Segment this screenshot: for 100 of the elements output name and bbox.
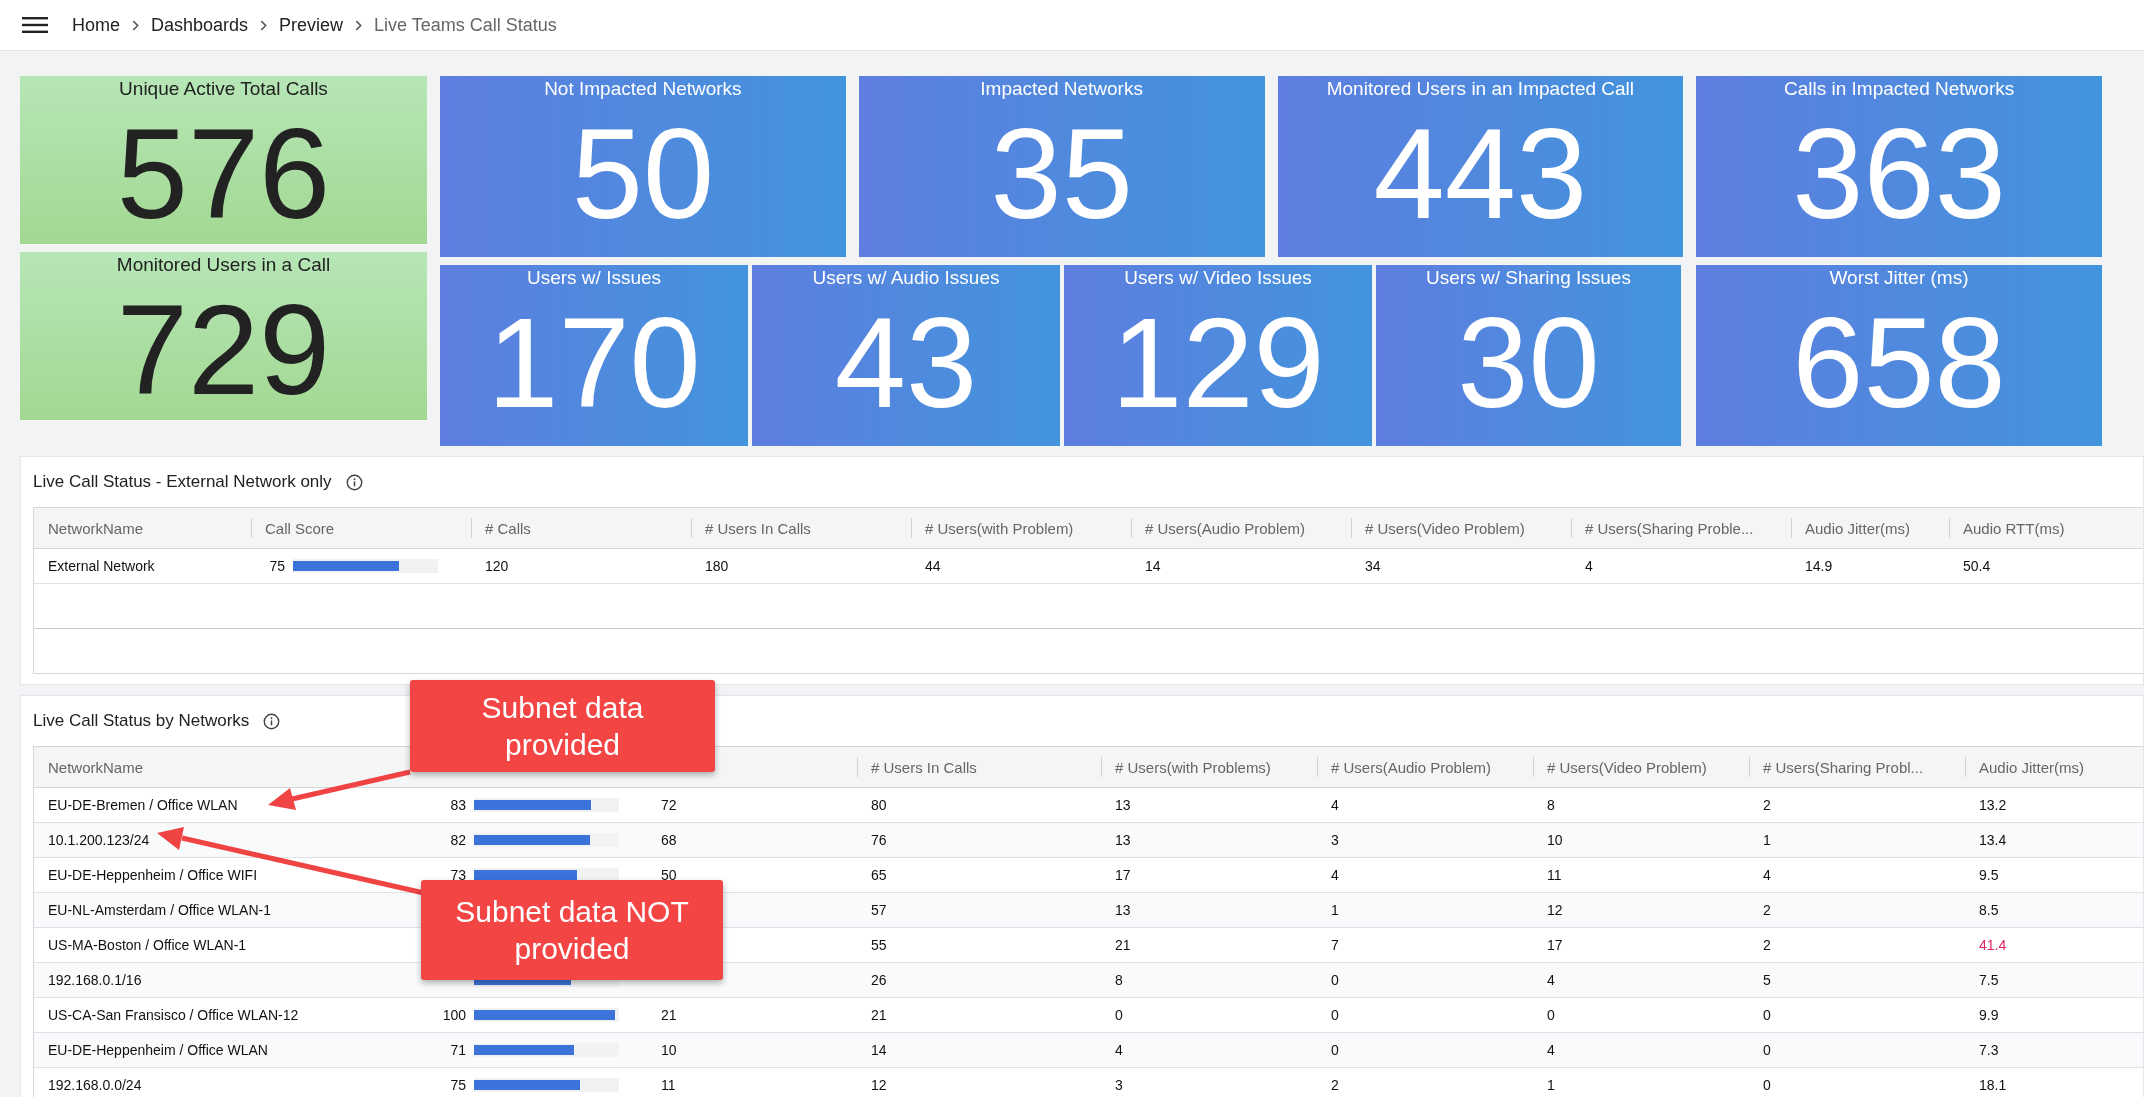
network-name: EU-NL-Amsterdam / Office WLAN-1 [48,902,271,918]
column-header[interactable]: # Users(Sharing Probl... [1763,758,1924,776]
chevron-icon [132,19,139,31]
table-cell: 8.5 [1979,902,1999,918]
column-header[interactable]: # Users In Calls [705,519,811,537]
column-header[interactable]: Audio Jitter(ms) [1805,519,1911,537]
table-cell: 8 [1115,972,1123,988]
column-header[interactable]: # Users(Sharing Proble... [1585,519,1754,537]
panel-title: Live Call Status - External Network only [33,472,332,492]
table-cell: 4 [1547,972,1555,988]
tile-title: Users w/ Video Issues [1124,267,1312,289]
column-header[interactable]: NetworkName [48,519,144,537]
network-name: 192.168.0.0/24 [48,1077,142,1093]
table-cell: 1 [1763,832,1771,848]
table-cell: 4 [1763,867,1771,883]
table-cell: 0 [1763,1042,1771,1058]
column-header[interactable]: Audio Jitter(ms) [1979,758,2085,776]
table-cell: 68 [661,832,677,848]
table-cell: 17 [1547,937,1563,953]
table-cell: 4 [1585,558,1593,574]
network-name: 192.168.0.1/16 [48,972,142,988]
column-header[interactable]: # Users(with Problems) [1115,758,1271,776]
info-icon[interactable] [263,712,281,730]
column-header[interactable]: Call Score [265,519,335,537]
table-cell: 14 [871,1042,887,1058]
network-name: US-CA-San Fransisco / Office WLAN-12 [48,1007,299,1023]
network-name: 10.1.200.123/24 [48,832,150,848]
tile-value: 443 [1373,104,1588,244]
score-value: 75 [449,1077,466,1093]
table-cell: 7 [1331,937,1339,953]
tile-value: 729 [116,280,331,420]
table-cell: 21 [661,1007,677,1023]
table-cell: 76 [871,832,887,848]
table-cell: 14.9 [1805,558,1833,574]
table-cell: 13.2 [1979,797,2007,813]
table-cell: 18.1 [1979,1077,2007,1093]
tile-title: Users w/ Audio Issues [812,267,1000,289]
callout-label: Subnet data provided [410,680,715,772]
column-header[interactable]: # Users In Calls [871,758,977,776]
tile-title: Monitored Users in a Call [116,254,331,276]
column-header[interactable]: # Calls [485,519,531,537]
table-cell: 9.5 [1979,867,1999,883]
table-cell: 55 [871,937,887,953]
table-cell: 120 [485,558,509,574]
table-cell: 44 [925,558,941,574]
table-cell: 0 [1331,972,1339,988]
chevron-icon [355,19,363,31]
column-header[interactable]: # Users(Video Problem) [1365,519,1525,537]
tile-value: 50 [571,104,715,244]
table-cell: 34 [1365,558,1381,574]
table-cell: 10 [661,1042,677,1058]
table-cell: 1 [1331,902,1339,918]
score-value: 82 [449,832,466,848]
tile-title: Calls in Impacted Networks [1784,78,2015,100]
table-cell: 50.4 [1963,558,1991,574]
table-cell: 2 [1763,797,1771,813]
tile-title: Impacted Networks [980,78,1143,100]
breadcrumb-link[interactable]: Home [72,14,120,36]
column-header[interactable]: # Users(Audio Problem) [1145,519,1306,537]
table-cell: 180 [705,558,729,574]
network-name: US-MA-Boston / Office WLAN-1 [48,937,247,953]
table-cell: 9.9 [1979,1007,1999,1023]
table-cell: 4 [1115,1042,1123,1058]
table-cell: 12 [1547,902,1563,918]
tile-value: 43 [834,293,978,433]
tile-value: 170 [487,293,701,433]
table-cell: 13 [1115,797,1131,813]
breadcrumb-link[interactable]: Preview [279,14,344,36]
table-cell: 7.5 [1979,972,1999,988]
column-header[interactable]: # Users(Audio Problem) [1331,758,1492,776]
score-value: 75 [268,558,285,574]
column-header[interactable]: NetworkName [48,758,144,776]
table-cell: 11 [661,1077,676,1093]
tile-value: 658 [1792,293,2006,433]
tile-title: Not Impacted Networks [544,78,742,100]
network-name: EU-DE-Heppenheim / Office WLAN [48,1042,268,1058]
table-cell: 14 [1145,558,1161,574]
tile-value: 35 [990,104,1133,244]
table-cell: 0 [1547,1007,1555,1023]
info-icon[interactable] [345,473,363,491]
menu-icon[interactable] [22,16,48,34]
column-header[interactable]: # Users(Video Problem) [1547,758,1707,776]
tile-title: Users w/ Issues [526,267,662,289]
table-cell: 13 [1115,902,1131,918]
chevron-icon [260,19,268,31]
score-value: 73 [449,867,466,883]
table-cell: 4 [1547,1042,1555,1058]
tile-value: 363 [1792,104,2006,244]
tile-title: Worst Jitter (ms) [1829,267,1969,289]
table-cell: 8 [1547,797,1555,813]
tile-title: Unique Active Total Calls [119,78,328,100]
table-cell: 12 [871,1077,887,1093]
score-value: 71 [449,1042,466,1058]
table-cell: 3 [1331,832,1339,848]
column-header[interactable]: # Users(with Problem) [925,519,1074,537]
table-cell: 3 [1115,1077,1123,1093]
table-cell: 72 [661,797,677,813]
breadcrumb-link[interactable]: Dashboards [151,14,249,36]
table-cell: 4 [1331,867,1339,883]
column-header[interactable]: Audio RTT(ms) [1963,519,2065,537]
